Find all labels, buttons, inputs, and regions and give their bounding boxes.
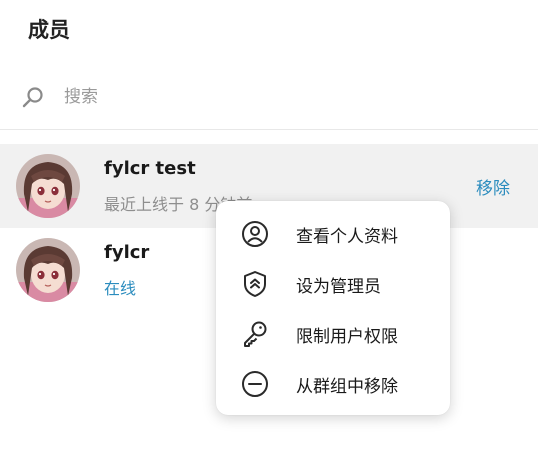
menu-item-label: 查看个人资料 bbox=[296, 227, 398, 247]
menu-item-label: 设为管理员 bbox=[296, 277, 381, 297]
menu-item-label: 限制用户权限 bbox=[296, 327, 398, 347]
menu-item-view-profile[interactable]: 查看个人资料 bbox=[216, 209, 450, 259]
menu-item-label: 从群组中移除 bbox=[296, 377, 398, 397]
search-icon bbox=[22, 87, 43, 108]
page-title: 成员 bbox=[28, 18, 70, 42]
menu-item-restrict-permissions[interactable]: 限制用户权限 bbox=[216, 309, 450, 359]
search-bar[interactable] bbox=[0, 72, 538, 120]
context-menu: 查看个人资料 设为管理员 限制用户权限 从群组中移除 bbox=[216, 201, 450, 415]
member-name: fylcr bbox=[104, 242, 150, 263]
avatar[interactable] bbox=[16, 238, 80, 302]
shield-up-icon bbox=[244, 271, 266, 297]
member-status: 在线 bbox=[104, 279, 137, 298]
remove-button[interactable]: 移除 bbox=[476, 174, 510, 199]
member-name: fylcr test bbox=[104, 158, 196, 179]
menu-item-make-admin[interactable]: 设为管理员 bbox=[216, 259, 450, 309]
divider bbox=[0, 129, 538, 130]
menu-item-remove-from-group[interactable]: 从群组中移除 bbox=[216, 359, 450, 409]
person-circle-icon bbox=[242, 221, 268, 247]
search-input[interactable] bbox=[64, 82, 504, 112]
minus-circle-icon bbox=[242, 371, 268, 397]
avatar[interactable] bbox=[16, 154, 80, 218]
key-icon bbox=[244, 321, 267, 347]
